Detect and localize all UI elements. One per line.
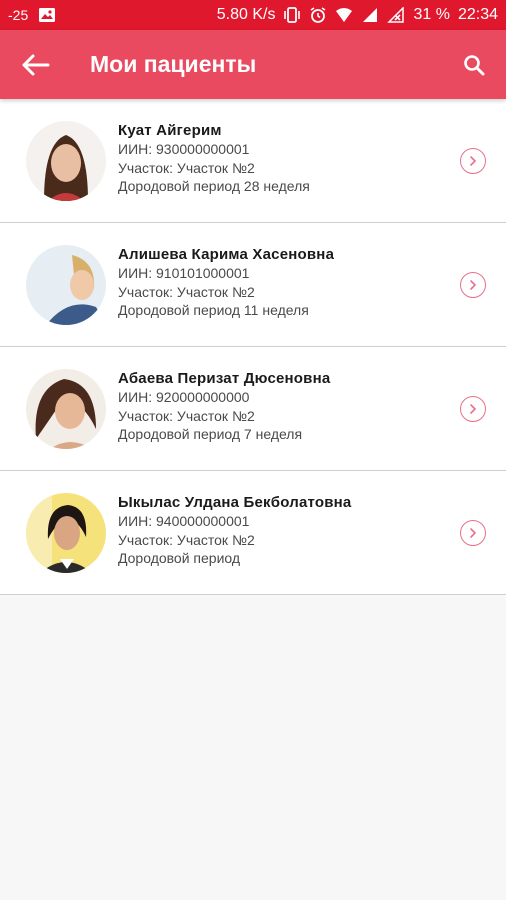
patient-period: Дородовой период [118,550,241,566]
patient-list-item[interactable]: Алишева Карима Хасеновна ИИН: 9101010000… [0,223,506,347]
status-bar: -25 5.80 K/s 31 % 22:34 [0,0,506,30]
back-button[interactable] [20,49,52,81]
patient-name: Алишева Карима Хасеновна [118,245,335,263]
alarm-icon [309,7,327,23]
patient-avatar [26,368,106,449]
image-icon [38,7,56,23]
patient-period: Дородовой период 28 неделя [118,178,310,194]
app-bar: Мои пациенты [0,30,506,99]
patient-district: Участок: Участок №2 [118,407,255,424]
chevron-right-icon[interactable] [460,395,486,422]
chevron-right-icon[interactable] [460,271,486,298]
patient-district: Участок: Участок №2 [118,283,255,300]
patient-iin: ИИН: 940000000001 [118,513,250,529]
temperature-indicator: -25 [8,7,29,23]
page-title: Мои пациенты [90,51,257,77]
patient-list-item[interactable]: Ыкылас Улдана Бекболатовна ИИН: 94000000… [0,471,506,595]
patient-district: Участок: Участок №2 [118,159,255,176]
wifi-icon [335,7,353,23]
patient-avatar [26,244,106,325]
chevron-right-icon[interactable] [460,147,486,174]
patient-avatar [26,120,106,201]
patient-list-item[interactable]: Абаева Перизат Дюсеновна ИИН: 9200000000… [0,347,506,471]
battery-level: 31 % [413,6,450,23]
patient-period: Дородовой период 11 неделя [118,302,309,318]
arrow-left-icon [22,54,50,75]
patient-name: Куат Айгерим [118,121,222,139]
patient-avatar [26,492,106,573]
patient-name: Абаева Перизат Дюсеновна [118,369,331,387]
patient-name: Ыкылас Улдана Бекболатовна [118,493,352,511]
network-speed: 5.80 K/s [216,6,276,23]
patient-iin: ИИН: 920000000000 [118,389,250,405]
patient-iin: ИИН: 910101000001 [118,265,250,281]
no-signal-icon [387,6,405,23]
vibrate-icon [283,7,301,23]
signal-icon [361,7,379,23]
patient-list-item[interactable]: Куат Айгерим ИИН: 930000000001 Участок: … [0,99,506,223]
patient-iin: ИИН: 930000000001 [118,141,250,157]
patient-district: Участок: Участок №2 [118,531,255,548]
search-button[interactable] [458,49,490,81]
clock: 22:34 [457,6,498,23]
patient-period: Дородовой период 7 неделя [118,426,303,442]
search-icon [464,54,485,75]
chevron-right-icon[interactable] [460,519,486,546]
patient-list: Куат Айгерим ИИН: 930000000001 Участок: … [0,99,506,595]
